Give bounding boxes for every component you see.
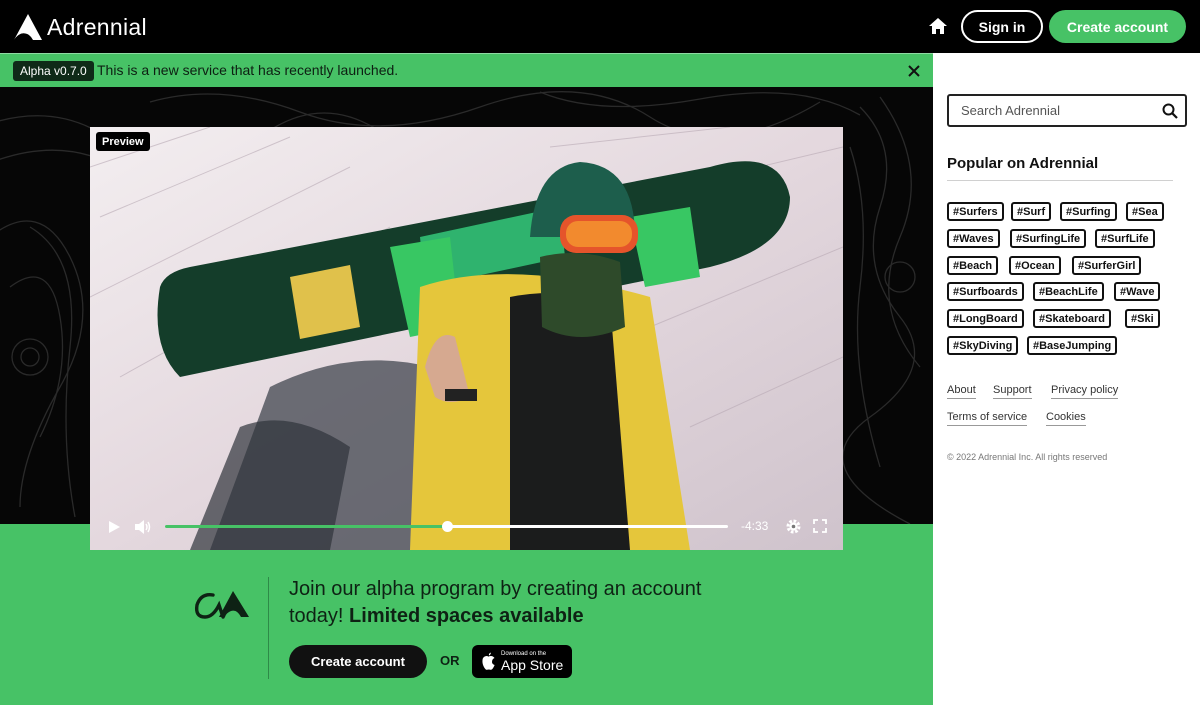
alpha-logo-icon bbox=[194, 591, 249, 619]
time-remaining: -4:33 bbox=[741, 519, 769, 533]
home-icon[interactable] bbox=[927, 15, 949, 37]
mountain-logo-icon bbox=[14, 14, 42, 40]
popular-title: Popular on Adrennial bbox=[947, 155, 1099, 172]
tag-surfboards[interactable]: #Surfboards bbox=[947, 282, 1024, 301]
footer-link-privacy[interactable]: Privacy policy bbox=[1051, 384, 1119, 399]
or-label: OR bbox=[440, 653, 460, 668]
app-store-button[interactable]: Download on the App Store bbox=[472, 645, 572, 678]
tag-waves[interactable]: #Waves bbox=[947, 229, 1000, 248]
tag-ski[interactable]: #Ski bbox=[1125, 309, 1160, 328]
version-badge: Alpha v0.7.0 bbox=[13, 61, 94, 81]
video-player[interactable]: Preview -4:33 bbox=[90, 127, 843, 550]
tag-surflife[interactable]: #SurfLife bbox=[1095, 229, 1155, 248]
adrennial-logo[interactable]: Adrennial bbox=[13, 12, 147, 42]
search-placeholder: Search Adrennial bbox=[961, 103, 1061, 118]
video-progress-knob[interactable] bbox=[441, 521, 453, 532]
video-frame bbox=[90, 127, 843, 550]
right-sidebar: Search Adrennial Popular on Adrennial #S… bbox=[933, 53, 1200, 705]
search-input[interactable]: Search Adrennial bbox=[947, 94, 1187, 127]
tag-sea[interactable]: #Sea bbox=[1126, 202, 1164, 221]
banner-message: This is a new service that has recently … bbox=[97, 62, 399, 78]
footer-link-terms[interactable]: Terms of service bbox=[947, 411, 1028, 426]
tag-beach[interactable]: #Beach bbox=[947, 256, 999, 275]
play-icon[interactable] bbox=[107, 520, 121, 534]
create-account-button-promo[interactable]: Create account bbox=[289, 645, 427, 678]
tag-surfinglife[interactable]: #SurfingLife bbox=[1010, 229, 1087, 248]
tag-wave[interactable]: #Wave bbox=[1114, 282, 1161, 301]
top-header: Adrennial Sign in Create account bbox=[0, 0, 1200, 53]
tag-skateboard[interactable]: #Skateboard bbox=[1033, 309, 1112, 328]
app-store-label: Download on the App Store bbox=[501, 651, 563, 673]
gear-icon[interactable] bbox=[785, 518, 802, 535]
tag-surfing[interactable]: #Surfing bbox=[1060, 202, 1117, 221]
fullscreen-icon[interactable] bbox=[813, 519, 827, 533]
sign-in-button[interactable]: Sign in bbox=[961, 10, 1043, 43]
tag-basejumping[interactable]: #BaseJumping bbox=[1027, 336, 1118, 355]
copyright-text: © 2022 Adrennial Inc. All rights reserve… bbox=[947, 452, 1108, 462]
volume-icon[interactable] bbox=[133, 518, 151, 536]
app-store-big-label: App Store bbox=[501, 656, 564, 673]
popular-divider bbox=[947, 180, 1173, 181]
search-icon[interactable] bbox=[1162, 103, 1178, 119]
preview-badge: Preview bbox=[96, 132, 150, 151]
tag-surfers[interactable]: #Surfers bbox=[947, 202, 1004, 221]
tag-ocean[interactable]: #Ocean bbox=[1009, 256, 1061, 275]
apple-icon bbox=[482, 652, 495, 670]
main-content: Alpha v0.7.0 This is a new service that … bbox=[0, 53, 933, 705]
video-progress-fill bbox=[165, 525, 447, 528]
video-progress-bar[interactable] bbox=[165, 521, 728, 532]
tag-surf[interactable]: #Surf bbox=[1011, 202, 1052, 221]
tag-surfergirl[interactable]: #SurferGirl bbox=[1072, 256, 1142, 275]
footer-link-support[interactable]: Support bbox=[993, 384, 1032, 399]
tag-longboard[interactable]: #LongBoard bbox=[947, 309, 1024, 328]
footer-link-about[interactable]: About bbox=[947, 384, 976, 399]
create-account-button-header[interactable]: Create account bbox=[1049, 10, 1186, 43]
alpha-banner: Alpha v0.7.0 This is a new service that … bbox=[0, 53, 933, 87]
tag-beachlife[interactable]: #BeachLife bbox=[1033, 282, 1104, 301]
tag-skydiving[interactable]: #SkyDiving bbox=[947, 336, 1019, 355]
promo-text-bold: Limited spaces available bbox=[349, 605, 584, 627]
promo-divider bbox=[268, 577, 269, 679]
close-icon[interactable] bbox=[906, 63, 922, 79]
promo-text: Join our alpha program by creating an ac… bbox=[289, 576, 759, 630]
footer-link-cookies[interactable]: Cookies bbox=[1046, 411, 1086, 426]
logo-text: Adrennial bbox=[47, 13, 147, 40]
